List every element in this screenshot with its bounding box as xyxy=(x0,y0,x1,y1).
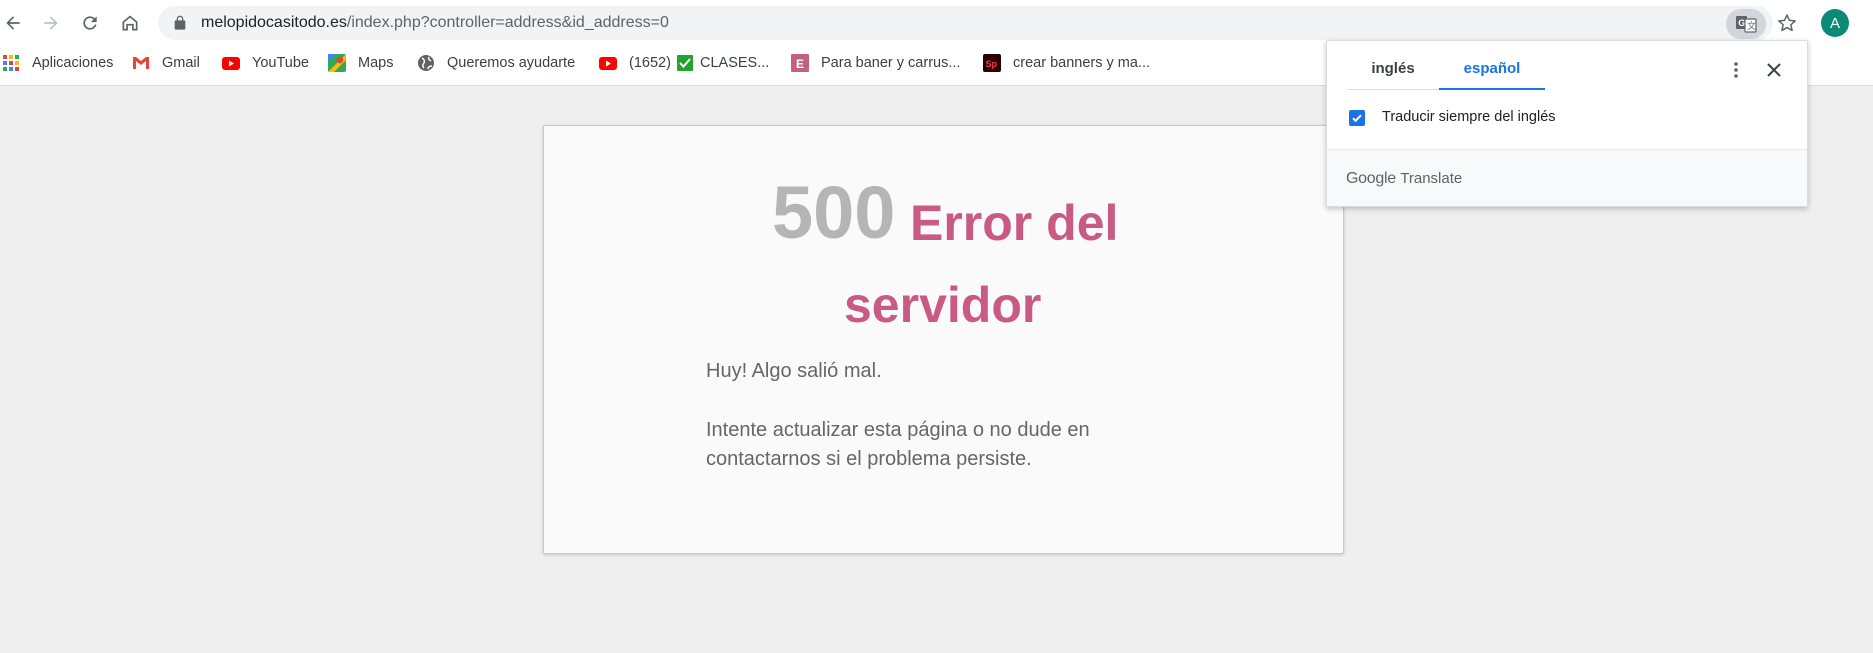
translate-product: Translate xyxy=(1400,170,1463,187)
gmail-icon xyxy=(132,54,150,72)
bookmark-gmail[interactable]: Gmail xyxy=(132,50,200,76)
bookmark-queremos-ayudarte[interactable]: Queremos ayudarte xyxy=(417,50,575,76)
close-icon xyxy=(1767,63,1781,77)
url-text: melopidocasitodo.es/index.php?controller… xyxy=(201,14,669,32)
error-help-text: Intente actualizar esta página o no dude… xyxy=(706,419,1090,470)
bookmark-label: Aplicaciones xyxy=(32,55,114,71)
bookmark-label: (1652) xyxy=(629,55,671,71)
globe-icon xyxy=(417,54,435,72)
tab-source-language[interactable]: inglés xyxy=(1347,60,1439,77)
bookmark-label: Maps xyxy=(358,55,394,71)
star-icon xyxy=(1778,14,1796,32)
bookmark-maps[interactable]: Maps xyxy=(328,50,393,76)
url-path: /index.php?controller=address&id_address… xyxy=(346,14,669,31)
profile-avatar[interactable]: A xyxy=(1821,9,1849,37)
translate-footer: Google Translate xyxy=(1327,149,1807,206)
arrow-left-icon xyxy=(6,16,20,30)
bookmark-star-button[interactable] xyxy=(1774,10,1800,36)
bookmark-label: Para baner y carrus... xyxy=(821,55,961,71)
bookmark-label: Gmail xyxy=(162,55,200,71)
more-vert-icon xyxy=(1734,62,1738,78)
error-card: 500 Error del servidor Huy! Algo salió m… xyxy=(543,125,1344,554)
url-host: melopidocasitodo.es xyxy=(201,14,347,31)
svg-text:G: G xyxy=(1738,18,1745,28)
bookmark-crear-banners[interactable]: Sp crear banners y ma... xyxy=(983,50,1150,76)
tab-target-language[interactable]: español xyxy=(1439,60,1545,77)
reload-button[interactable] xyxy=(77,10,103,36)
bookmark-youtube[interactable]: YouTube xyxy=(222,50,309,76)
translate-page-button[interactable]: G 文 xyxy=(1726,9,1766,39)
apps-grid-icon xyxy=(2,54,20,72)
google-brand: Google xyxy=(1346,170,1396,187)
arrow-right-icon xyxy=(44,16,58,30)
error-code: 500 xyxy=(772,171,896,254)
bookmark-clases[interactable]: CLASES... xyxy=(676,50,769,76)
bookmark-label: CLASES... xyxy=(700,55,770,71)
error-title-line1: Error del xyxy=(910,195,1119,251)
back-button[interactable] xyxy=(0,10,26,36)
bookmark-aplicaciones[interactable]: Aplicaciones xyxy=(2,50,113,76)
always-translate-label[interactable]: Traducir siempre del inglés xyxy=(1382,109,1556,125)
bookmark-youtube-1652[interactable]: (1652) xyxy=(599,50,671,76)
checkbox-icon xyxy=(676,54,694,72)
forward-button[interactable] xyxy=(38,10,64,36)
translate-icon: G 文 xyxy=(1736,16,1757,33)
check-icon xyxy=(1352,114,1362,123)
translate-options-button[interactable] xyxy=(1727,59,1745,81)
translate-popup: inglés español Traducir siempre del ingl… xyxy=(1326,40,1808,207)
error-message: Huy! Algo salió mal. xyxy=(706,360,882,382)
e-logo-icon: E xyxy=(791,54,809,72)
reload-icon xyxy=(83,16,97,30)
youtube-icon xyxy=(599,54,617,72)
google-translate-logo: Google Translate xyxy=(1346,170,1462,188)
error-title-line2: servidor xyxy=(844,277,1042,333)
svg-text:Sp: Sp xyxy=(986,59,998,69)
svg-text:E: E xyxy=(796,57,804,71)
youtube-icon xyxy=(222,54,240,72)
svg-text:文: 文 xyxy=(1747,20,1756,32)
bookmark-label: crear banners y ma... xyxy=(1013,55,1150,71)
sp-logo-icon: Sp xyxy=(983,54,1001,72)
home-button[interactable] xyxy=(117,10,143,36)
active-tab-indicator xyxy=(1439,88,1545,90)
lock-icon xyxy=(174,15,186,30)
bookmark-label: Queremos ayudarte xyxy=(447,55,576,71)
maps-icon xyxy=(328,54,346,72)
address-bar[interactable]: melopidocasitodo.es/index.php?controller… xyxy=(158,6,1796,40)
home-icon xyxy=(122,15,138,31)
bookmark-para-baner[interactable]: E Para baner y carrus... xyxy=(791,50,960,76)
always-translate-checkbox[interactable] xyxy=(1349,110,1365,126)
bookmark-label: YouTube xyxy=(252,55,309,71)
close-button[interactable] xyxy=(1763,59,1785,81)
